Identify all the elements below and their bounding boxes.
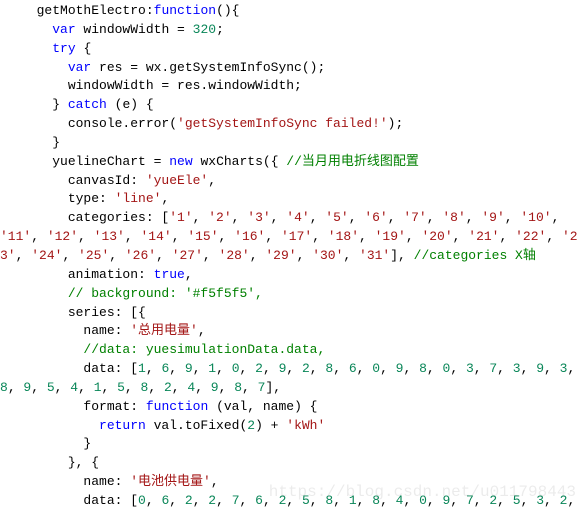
line-6: } catch (e) { bbox=[0, 97, 154, 112]
line-10: canvasId: 'yueEle', bbox=[0, 173, 216, 188]
line-9: yuelineChart = new wxCharts({ //当月用电折线图配… bbox=[0, 154, 419, 169]
line-23: name: '电池供电量', bbox=[0, 474, 219, 489]
line-22: }, { bbox=[0, 455, 99, 470]
line-12: categories: ['1', '2', '3', '4', '5', '6… bbox=[0, 210, 578, 263]
line-11: type: 'line', bbox=[0, 191, 169, 206]
line-1: getMothElectro:function(){ bbox=[0, 3, 239, 18]
line-7: console.error('getSystemInfoSync failed!… bbox=[0, 116, 403, 131]
line-15: series: [{ bbox=[0, 305, 146, 320]
line-19: format: function (val, name) { bbox=[0, 399, 317, 414]
line-16: name: '总用电量', bbox=[0, 323, 206, 338]
line-18: data: [1, 6, 9, 1, 0, 2, 9, 2, 8, 6, 0, … bbox=[0, 361, 583, 395]
line-3: try { bbox=[0, 41, 91, 56]
line-5: windowWidth = res.windowWidth; bbox=[0, 78, 302, 93]
line-8: } bbox=[0, 135, 60, 150]
line-24: data: [0, 6, 2, 2, 7, 6, 2, 5, 8, 1, 8, … bbox=[0, 493, 583, 509]
line-14: // background: '#f5f5f5', bbox=[0, 286, 263, 301]
line-21: } bbox=[0, 436, 91, 451]
line-20: return val.toFixed(2) + 'kWh' bbox=[0, 418, 325, 433]
line-2: var windowWidth = 320; bbox=[0, 22, 224, 37]
code-block: getMothElectro:function(){ var windowWid… bbox=[0, 0, 584, 509]
line-17: //data: yuesimulationData.data, bbox=[0, 342, 325, 357]
line-13: animation: true, bbox=[0, 267, 193, 282]
line-4: var res = wx.getSystemInfoSync(); bbox=[0, 60, 325, 75]
